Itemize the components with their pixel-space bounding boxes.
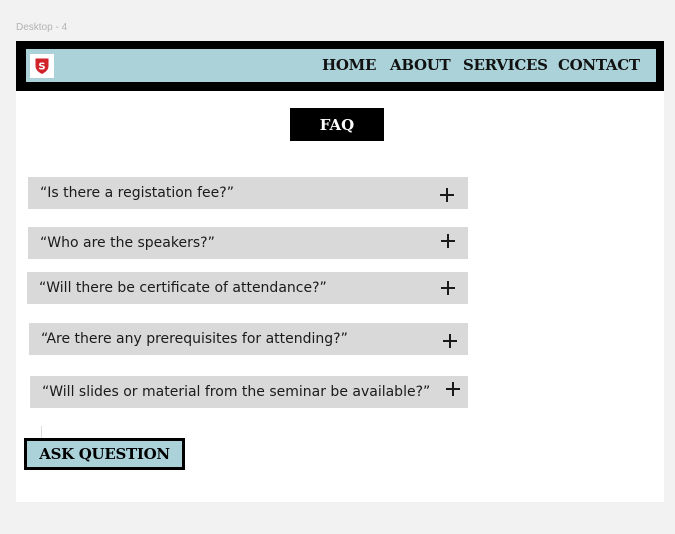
faq-question: “Are there any prerequisites for attendi… (41, 331, 348, 347)
faq-question: “Will slides or material from the semina… (42, 384, 431, 400)
faq-item[interactable]: “Are there any prerequisites for attendi… (29, 323, 468, 355)
faq-item[interactable]: “Is there a registation fee?” (28, 177, 468, 209)
faq-item[interactable]: “Will slides or material from the semina… (30, 376, 468, 408)
faq-question: “Will there be certificate of attendance… (39, 280, 327, 296)
faq-item[interactable]: “Will there be certificate of attendance… (27, 272, 468, 304)
ask-question-button[interactable]: ASK QUESTION (24, 438, 185, 470)
navbar-inner: S HOME ABOUT SERVICES CONTACT (26, 49, 656, 82)
nav-link-about[interactable]: ABOUT (390, 56, 451, 74)
text-cursor-mark (41, 426, 42, 438)
plus-icon[interactable] (446, 382, 460, 396)
faq-question: “Who are the speakers?” (40, 235, 215, 251)
logo[interactable]: S (30, 54, 54, 78)
nav-link-contact[interactable]: CONTACT (558, 56, 640, 74)
nav-link-home[interactable]: HOME (322, 56, 376, 74)
navbar: S HOME ABOUT SERVICES CONTACT (16, 41, 664, 91)
nav-link-services[interactable]: SERVICES (463, 56, 548, 74)
plus-icon[interactable] (440, 188, 454, 202)
faq-item[interactable]: “Who are the speakers?” (28, 227, 468, 259)
shield-logo-icon: S (35, 58, 49, 74)
plus-icon[interactable] (441, 281, 455, 295)
svg-text:S: S (38, 62, 45, 73)
plus-icon[interactable] (443, 334, 457, 348)
plus-icon[interactable] (441, 234, 455, 248)
frame-label: Desktop - 4 (16, 22, 68, 33)
faq-question: “Is there a registation fee?” (40, 185, 234, 201)
desktop-frame: S HOME ABOUT SERVICES CONTACT FAQ “Is th… (16, 41, 664, 502)
faq-title: FAQ (290, 108, 384, 141)
